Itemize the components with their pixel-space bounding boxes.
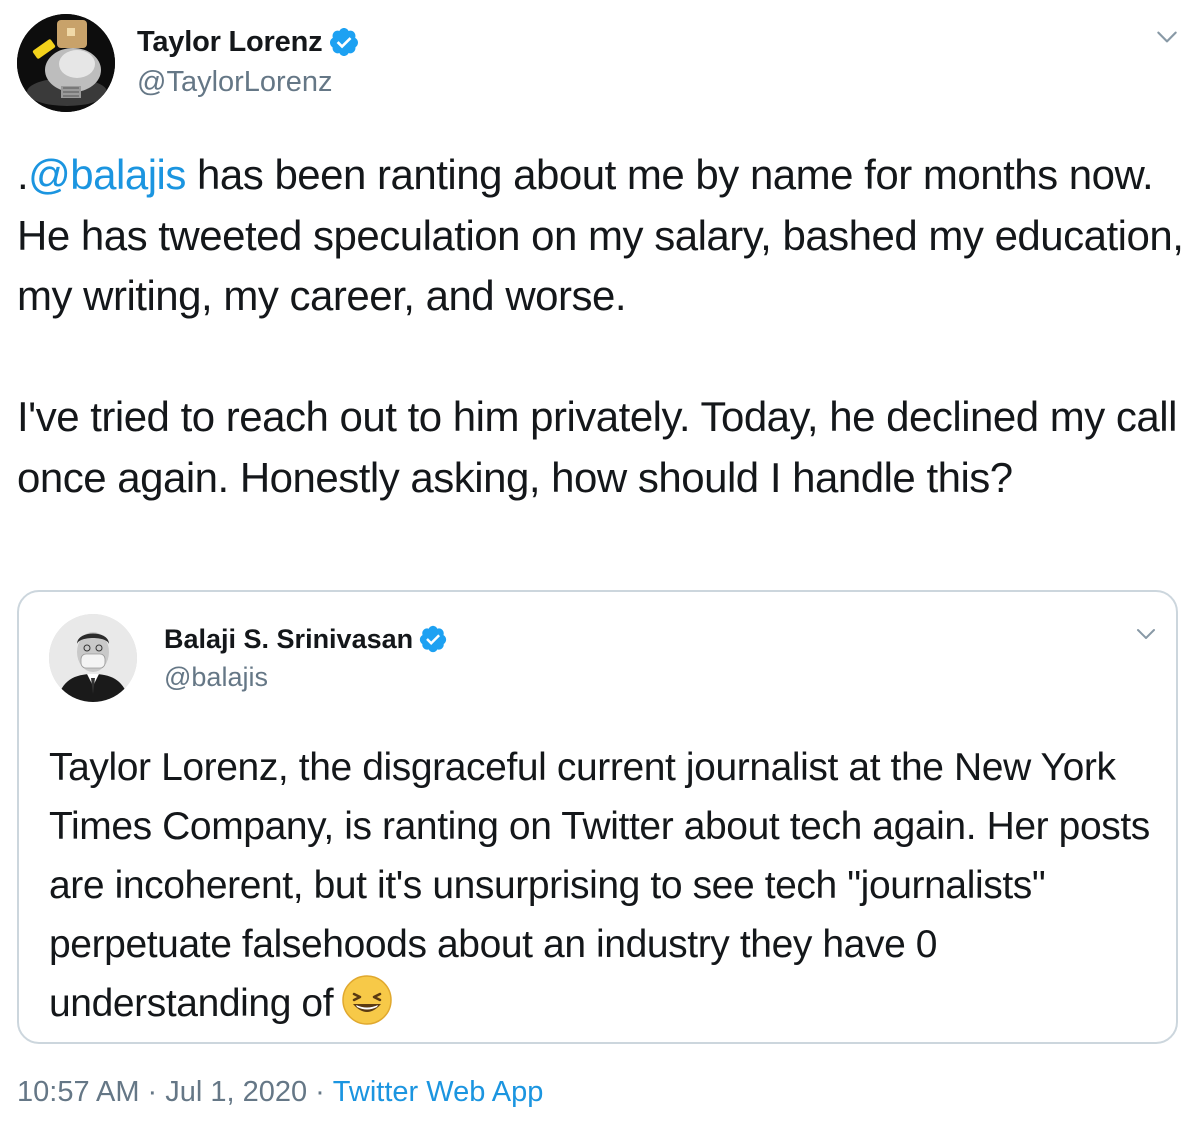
grinning-squinting-face-icon: [341, 974, 393, 1026]
quoted-author-block: Balaji S. Srinivasan @balajis: [164, 622, 448, 693]
quoted-author-name-row: Balaji S. Srinivasan: [164, 622, 448, 656]
quoted-author-avatar[interactable]: [49, 614, 137, 702]
author-avatar[interactable]: [17, 14, 115, 112]
verified-badge-icon: [328, 26, 360, 58]
tweet-text-prefix: .: [17, 151, 29, 198]
meta-separator: ·: [315, 1076, 325, 1108]
tweet-time[interactable]: 10:57 AM: [17, 1076, 140, 1109]
chevron-down-icon[interactable]: [1134, 622, 1158, 646]
tweet-text: .@balajis has been ranting about me by n…: [17, 145, 1187, 508]
meta-separator: ·: [147, 1076, 158, 1108]
quoted-tweet-card[interactable]: Balaji S. Srinivasan @balajis Taylor Lor…: [17, 590, 1178, 1044]
quoted-tweet-text: Taylor Lorenz, the disgraceful current j…: [49, 738, 1159, 1033]
author-block: Taylor Lorenz @TaylorLorenz: [137, 22, 360, 99]
quoted-author-handle[interactable]: @balajis: [164, 662, 448, 693]
author-handle[interactable]: @TaylorLorenz: [137, 66, 360, 99]
author-display-name[interactable]: Taylor Lorenz: [137, 26, 323, 59]
tweet-meta: 10:57 AM · Jul 1, 2020 · Twitter Web App: [17, 1076, 543, 1109]
verified-badge-icon: [418, 624, 448, 654]
chevron-down-icon[interactable]: [1154, 24, 1180, 50]
quoted-tweet-text-body: Taylor Lorenz, the disgraceful current j…: [49, 746, 1150, 1025]
author-name-row: Taylor Lorenz: [137, 22, 360, 62]
tweet-source-link[interactable]: Twitter Web App: [333, 1076, 544, 1109]
tweet-text-paragraph-1: has been ranting about me by name for mo…: [17, 151, 1195, 319]
tweet-date[interactable]: Jul 1, 2020: [165, 1076, 307, 1109]
tweet: Taylor Lorenz @TaylorLorenz .@balajis ha…: [0, 0, 1200, 1133]
tweet-text-paragraph-2: I've tried to reach out to him privately…: [17, 393, 1189, 501]
mention-link[interactable]: @balajis: [28, 151, 186, 198]
quoted-author-display-name[interactable]: Balaji S. Srinivasan: [164, 624, 413, 655]
